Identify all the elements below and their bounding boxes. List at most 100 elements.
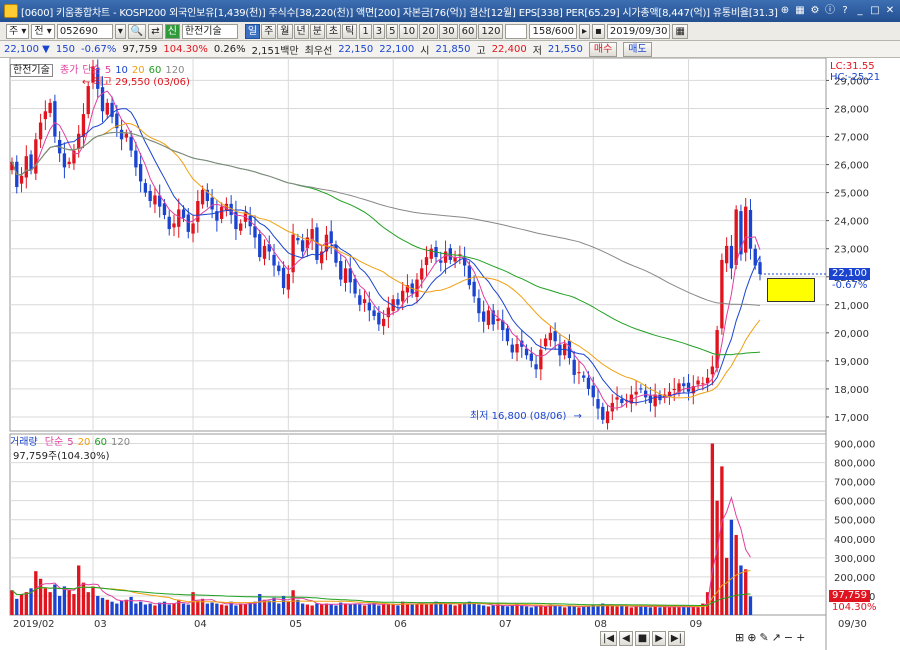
volume-bar bbox=[15, 598, 19, 615]
prev-icon[interactable]: ◀ bbox=[619, 631, 633, 646]
custom-period-input[interactable] bbox=[505, 23, 528, 39]
minute-button-30[interactable]: 30 bbox=[438, 23, 458, 39]
stock-code-input[interactable]: 052690 bbox=[56, 23, 113, 39]
tile-icon[interactable]: ▦ bbox=[793, 4, 807, 18]
help-icon[interactable]: ? bbox=[838, 4, 852, 18]
candle-body bbox=[558, 344, 562, 356]
period-button-1[interactable]: 주 bbox=[261, 23, 277, 39]
volume-bar bbox=[686, 607, 691, 615]
buy-button[interactable]: 매수 bbox=[588, 41, 618, 57]
volume-tick-label: 300,000 bbox=[834, 554, 875, 565]
volume-bar bbox=[396, 605, 400, 615]
chart-mode-select[interactable]: 주 ▾ bbox=[6, 23, 30, 39]
price-legend-stock: 한전기술 bbox=[10, 64, 53, 77]
best-ask: 22,150 bbox=[338, 43, 374, 55]
minute-button-5[interactable]: 5 bbox=[386, 23, 399, 39]
stock-flag-icon[interactable]: 신 bbox=[164, 23, 180, 39]
draw-icon[interactable]: ✎ bbox=[759, 631, 768, 644]
chart-area[interactable]: 29,000 28,000 27,000 26,000 25,000 24,000 23,0… bbox=[0, 58, 900, 650]
minute-button-1[interactable]: 1 bbox=[359, 23, 372, 39]
calendar-icon[interactable]: ▦ bbox=[672, 23, 688, 39]
volume-bar bbox=[48, 592, 52, 615]
period-button-4[interactable]: 분 bbox=[309, 23, 325, 39]
calendar-toggle[interactable]: ▪ bbox=[592, 23, 605, 39]
volume-bar bbox=[586, 605, 591, 615]
title-bar[interactable]: [0600] 키움종합차트 - KOSPI200 외국인보유[1,439(천)]… bbox=[0, 0, 900, 22]
search-icon[interactable]: 🔍 bbox=[127, 23, 147, 39]
volume-bar bbox=[696, 607, 700, 615]
candle-body bbox=[210, 197, 214, 210]
volume-bar bbox=[724, 557, 729, 615]
zoom-out-icon[interactable]: − bbox=[784, 631, 793, 644]
compare-icon[interactable]: ⇄ bbox=[148, 23, 163, 39]
volume-bar bbox=[529, 607, 533, 615]
volume-bar bbox=[562, 607, 567, 615]
volume-bar bbox=[477, 604, 481, 615]
last-icon[interactable]: ▶| bbox=[667, 631, 685, 646]
zoom-in-icon[interactable]: + bbox=[796, 631, 805, 644]
volume-bar bbox=[386, 603, 391, 615]
volume-bar bbox=[72, 594, 76, 615]
current-price-value: 22,100 bbox=[4, 43, 39, 55]
play-icon[interactable]: ▶ bbox=[652, 631, 666, 646]
candle-body bbox=[548, 332, 553, 341]
candle-body bbox=[429, 248, 433, 259]
current-price: 22,100 ▼ bbox=[4, 43, 50, 55]
chart-canvas[interactable]: 29,00028,00027,00026,00025,00024,00023,0… bbox=[0, 58, 900, 650]
volume-bar bbox=[482, 605, 486, 615]
volume-bar bbox=[677, 607, 681, 615]
period-button-3[interactable]: 년 bbox=[293, 23, 309, 39]
candle-body bbox=[377, 312, 381, 325]
volume-bar bbox=[648, 607, 653, 615]
volume-bar bbox=[472, 603, 476, 615]
minute-button-10[interactable]: 10 bbox=[399, 23, 419, 39]
period-button-0[interactable]: 일 bbox=[244, 23, 261, 39]
minute-button-3[interactable]: 3 bbox=[372, 23, 386, 39]
low-annotation-text: 최저 16,800 (08/06) bbox=[470, 411, 567, 422]
volume-bar bbox=[148, 603, 152, 615]
candle-body bbox=[505, 328, 510, 342]
minute-button-60[interactable]: 60 bbox=[458, 23, 478, 39]
volume-bar bbox=[91, 586, 95, 615]
crosshair-icon[interactable]: ⊞ bbox=[735, 631, 744, 644]
minute-button-20[interactable]: 20 bbox=[419, 23, 438, 39]
volume-bar bbox=[119, 600, 124, 615]
candle-body bbox=[119, 129, 124, 140]
period-button-6[interactable]: 틱 bbox=[342, 23, 358, 39]
next-icon[interactable]: ▸ bbox=[579, 23, 591, 39]
info-icon[interactable]: ⓘ bbox=[823, 4, 837, 18]
candle-body bbox=[372, 310, 376, 317]
magnify-icon[interactable]: ⊕ bbox=[747, 631, 756, 644]
order-select[interactable]: 전 ▾ bbox=[31, 23, 55, 39]
sell-button[interactable]: 매도 bbox=[623, 41, 652, 57]
maximize-icon[interactable]: □ bbox=[868, 4, 882, 18]
candle-body bbox=[38, 122, 43, 140]
stop-icon[interactable]: ■ bbox=[634, 631, 651, 646]
candle-body bbox=[177, 209, 181, 227]
trend-icon[interactable]: ↗ bbox=[772, 631, 781, 644]
candle-body bbox=[162, 203, 167, 216]
code-dropdown-button[interactable]: ▾ bbox=[114, 23, 126, 39]
highlight-box[interactable] bbox=[767, 278, 815, 302]
count-field[interactable]: 158/600 bbox=[529, 23, 578, 39]
volume-bar bbox=[520, 605, 524, 615]
settings-icon[interactable]: ⚙ bbox=[808, 4, 822, 18]
volume-legend: 거래량 단순 5 20 60 120 bbox=[10, 433, 138, 448]
volume-bar bbox=[77, 565, 81, 615]
candle-body bbox=[24, 156, 28, 178]
minute-button-120[interactable]: 120 bbox=[478, 23, 504, 39]
candle-body bbox=[543, 338, 548, 347]
period-button-5[interactable]: 초 bbox=[325, 23, 342, 39]
first-icon[interactable]: |◀ bbox=[600, 631, 618, 646]
date-input[interactable]: 2019/09/30 bbox=[606, 23, 671, 39]
price-legend-item-0: 종가 bbox=[60, 65, 79, 76]
candle-body bbox=[148, 190, 152, 202]
best-ask-label: 최우선 bbox=[304, 45, 333, 57]
candle-body bbox=[686, 382, 691, 392]
close-icon[interactable]: ✕ bbox=[883, 4, 897, 18]
link-icon[interactable]: ⊕ bbox=[778, 4, 792, 18]
date-tick-label: 08 bbox=[594, 619, 607, 630]
minimize-icon[interactable]: _ bbox=[853, 4, 867, 18]
period-button-2[interactable]: 월 bbox=[277, 23, 293, 39]
volume-bar bbox=[86, 592, 90, 615]
